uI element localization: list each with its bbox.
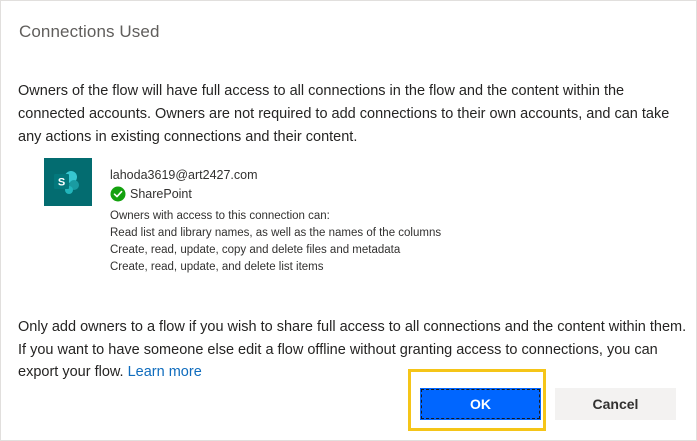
check-circle-icon [110, 186, 126, 202]
intro-text: Owners of the flow will have full access… [18, 83, 670, 145]
dialog-title: Connections Used [19, 22, 160, 41]
connection-account: lahoda3619@art2427.com [110, 168, 258, 182]
svg-text:S: S [58, 177, 65, 189]
sharepoint-icon: S [44, 158, 92, 206]
permission-item: Read list and library names, as well as … [110, 227, 442, 239]
cancel-button[interactable]: Cancel [555, 388, 676, 420]
permission-item: Create, read, update, copy and delete fi… [110, 244, 401, 256]
permissions-heading: Owners with access to this connection ca… [110, 210, 330, 222]
ok-button[interactable]: OK [420, 388, 541, 420]
connection-service-name: SharePoint [130, 187, 192, 201]
connection-status: SharePoint [110, 185, 192, 203]
footer-text-block: Only add owners to a flow if you wish to… [18, 316, 693, 384]
footer-text: Only add owners to a flow if you wish to… [18, 319, 687, 380]
learn-more-link[interactable]: Learn more [128, 364, 202, 380]
permissions-list: Owners with access to this connection ca… [110, 208, 441, 276]
permission-item: Create, read, update, and delete list it… [110, 261, 324, 273]
